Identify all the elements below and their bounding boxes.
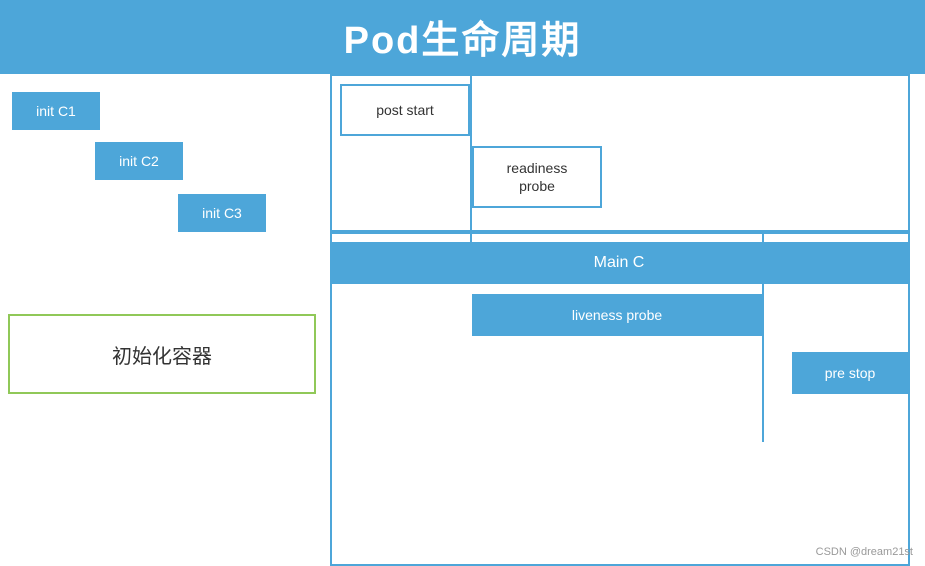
- page-title: Pod生命周期: [344, 9, 582, 64]
- right-border: [908, 74, 910, 566]
- readiness-probe-text: readinessprobe: [507, 159, 568, 195]
- init-container-box: 初始化容器: [8, 314, 316, 394]
- title-bar: Pod生命周期: [0, 0, 925, 72]
- readiness-probe-block: readinessprobe: [472, 146, 602, 208]
- post-start-block: post start: [340, 84, 470, 136]
- watermark: CSDN @dream21st: [816, 546, 913, 558]
- pre-stop-block: pre stop: [792, 352, 908, 394]
- init-c3-block: init C3: [178, 194, 266, 232]
- init-container-label: 初始化容器: [112, 340, 212, 369]
- liveness-probe-block: liveness probe: [472, 294, 762, 336]
- diagram-area: init C1 init C2 init C3 post start readi…: [0, 72, 925, 566]
- vline-left: [330, 74, 332, 566]
- init-c1-block: init C1: [12, 92, 100, 130]
- page-container: Pod生命周期 init C1 init C2 init C3: [0, 0, 925, 566]
- init-c2-block: init C2: [95, 142, 183, 180]
- main-c-block: Main C: [330, 242, 908, 284]
- hline-mid: [330, 232, 908, 234]
